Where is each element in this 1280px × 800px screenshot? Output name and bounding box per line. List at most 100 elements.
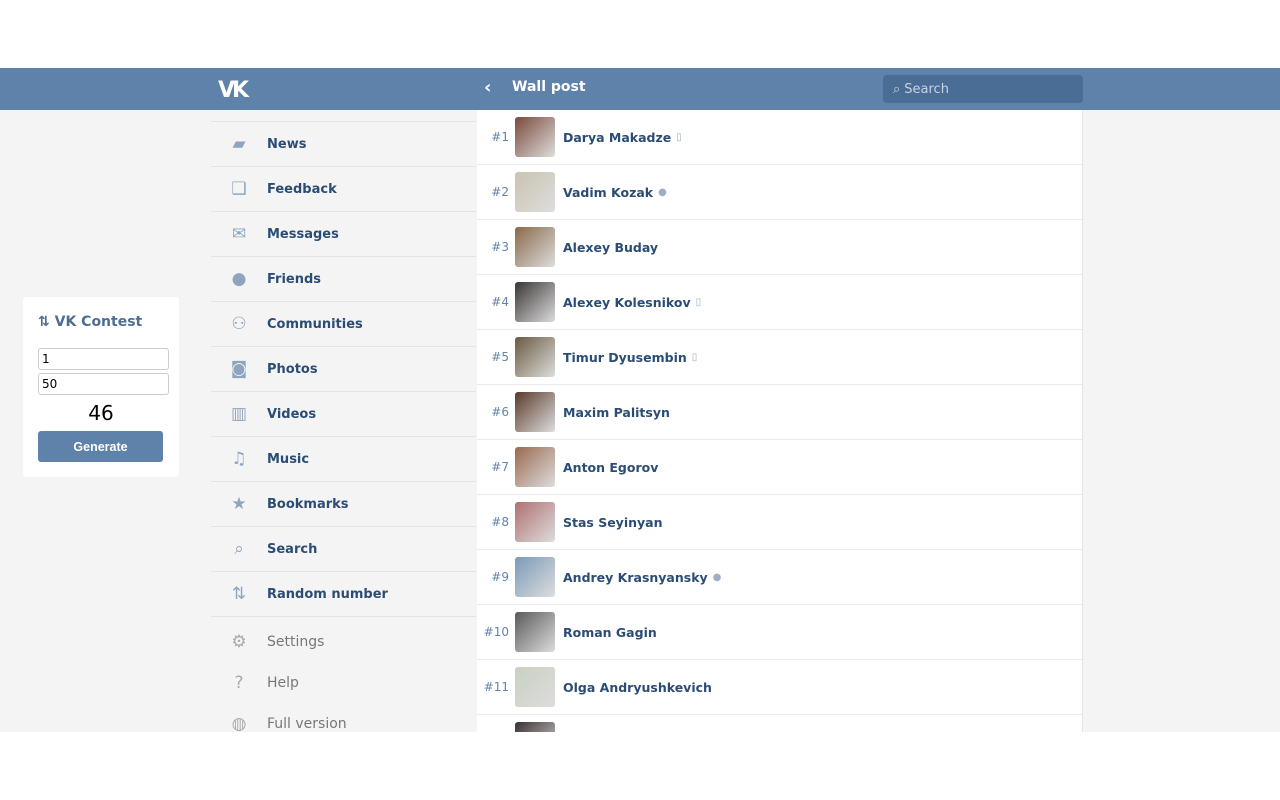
user-name[interactable]: Anton Egorov bbox=[563, 460, 658, 475]
sidebar-item-random-number[interactable]: ⇅ Random number bbox=[211, 571, 476, 616]
globe-icon: ◍ bbox=[231, 713, 247, 733]
min-input[interactable] bbox=[38, 348, 169, 370]
avatar[interactable] bbox=[515, 282, 555, 322]
sidebar-item-label: News bbox=[267, 136, 307, 152]
sidebar-item-help[interactable]: ? Help bbox=[211, 662, 476, 703]
avatar[interactable] bbox=[515, 337, 555, 377]
rank-number: #4 bbox=[491, 295, 509, 309]
random-result: 46 bbox=[88, 401, 114, 425]
repost-arrows-icon: ⇅ bbox=[231, 584, 247, 604]
sidebar-item-messages[interactable]: ✉ Messages bbox=[211, 211, 476, 256]
avatar[interactable] bbox=[515, 612, 555, 652]
avatar[interactable] bbox=[515, 667, 555, 707]
sidebar-item-bookmarks[interactable]: ★ Bookmarks bbox=[211, 481, 476, 526]
list-item[interactable]: #4 Alexey Kolesnikov ▯ bbox=[477, 275, 1082, 330]
avatar[interactable] bbox=[515, 722, 555, 732]
avatar[interactable] bbox=[515, 557, 555, 597]
sidebar-item-label: Help bbox=[267, 674, 299, 691]
rank-number: #10 bbox=[483, 625, 509, 639]
app: VK ‹ Wall post ⌕ Search ▰ News ❏ Feedback ✉ Me… bbox=[0, 68, 1280, 732]
sidebar-item-search[interactable]: ⌕ Search bbox=[211, 526, 476, 571]
sidebar-item-friends[interactable]: ● Friends bbox=[211, 256, 476, 301]
sidebar-item-label: Random number bbox=[267, 586, 388, 602]
user-name[interactable]: Roman Gagin bbox=[563, 625, 657, 640]
list-item[interactable]: #10 Roman Gagin bbox=[477, 605, 1082, 660]
camera-icon: ◙ bbox=[230, 359, 248, 379]
rank-number: #5 bbox=[491, 350, 509, 364]
question-icon: ? bbox=[234, 672, 244, 693]
sidebar-item-communities[interactable]: ⚇ Communities bbox=[211, 301, 476, 346]
list-item[interactable]: #7 Anton Egorov bbox=[477, 440, 1082, 495]
avatar[interactable] bbox=[515, 227, 555, 267]
sidebar-item-label: Full version bbox=[267, 715, 347, 732]
list-item[interactable]: #8 Stas Seyinyan bbox=[477, 495, 1082, 550]
bubbles-icon: ❏ bbox=[231, 179, 247, 199]
page-title: Wall post bbox=[512, 79, 586, 95]
user-name[interactable]: Stas Seyinyan bbox=[563, 515, 663, 530]
envelope-icon: ✉ bbox=[231, 224, 247, 244]
sidebar-item-news[interactable]: ▰ News bbox=[211, 121, 476, 166]
list-item[interactable]: #3 Alexey Buday bbox=[477, 220, 1082, 275]
generate-button[interactable]: Generate bbox=[38, 431, 163, 462]
avatar[interactable] bbox=[515, 172, 555, 212]
avatar[interactable] bbox=[515, 502, 555, 542]
user-name[interactable]: Vadim Kozak bbox=[563, 185, 653, 200]
user-name[interactable]: Maxim Palitsyn bbox=[563, 405, 670, 420]
list-item[interactable]: #9 Andrey Krasnyansky ● bbox=[477, 550, 1082, 605]
user-name[interactable]: Timur Dyusembin bbox=[563, 350, 687, 365]
search-input[interactable]: ⌕ Search bbox=[883, 75, 1083, 103]
rank-number: #1 bbox=[491, 130, 509, 144]
person-icon: ● bbox=[231, 269, 247, 289]
rank-number: #2 bbox=[491, 185, 509, 199]
list-item[interactable]: #11 Olga Andryushkevich bbox=[477, 660, 1082, 715]
back-chevron-icon[interactable]: ‹ bbox=[484, 77, 491, 98]
avatar[interactable] bbox=[515, 447, 555, 487]
header: VK ‹ Wall post ⌕ Search bbox=[0, 68, 1280, 110]
user-name[interactable]: Darya Makadze bbox=[563, 130, 671, 145]
search-placeholder: Search bbox=[904, 82, 949, 97]
vk-logo[interactable]: VK bbox=[218, 78, 249, 103]
rank-number: #9 bbox=[491, 570, 509, 584]
repost-list: #1 Darya Makadze ▯ #2 Vadim Kozak ● #3 Alexey B… bbox=[477, 110, 1083, 732]
search-icon: ⌕ bbox=[893, 82, 901, 97]
gear-icon: ⚙ bbox=[231, 631, 247, 652]
avatar[interactable] bbox=[515, 117, 555, 157]
avatar[interactable] bbox=[515, 392, 555, 432]
rank-number: #3 bbox=[491, 240, 509, 254]
vk-contest-widget: ⇅ VK Contest 46 Generate bbox=[23, 297, 179, 477]
max-input[interactable] bbox=[38, 373, 169, 395]
star-icon: ★ bbox=[231, 494, 247, 514]
online-status-icon: ● bbox=[712, 571, 722, 583]
people-icon: ⚇ bbox=[231, 314, 247, 334]
rank-number: #6 bbox=[491, 405, 509, 419]
sidebar-item-label: Messages bbox=[267, 226, 339, 242]
sidebar-item-label: Communities bbox=[267, 316, 363, 332]
sidebar-item-label: Photos bbox=[267, 361, 318, 377]
list-item[interactable]: #5 Timur Dyusembin ▯ bbox=[477, 330, 1082, 385]
sidebar-item-label: Settings bbox=[267, 633, 325, 650]
mobile-status-icon: ▯ bbox=[676, 131, 682, 143]
list-item[interactable]: #2 Vadim Kozak ● bbox=[477, 165, 1082, 220]
sidebar-item-label: Bookmarks bbox=[267, 496, 349, 512]
list-item[interactable]: #6 Maxim Palitsyn bbox=[477, 385, 1082, 440]
mobile-status-icon: ▯ bbox=[695, 296, 702, 308]
sidebar-item-settings[interactable]: ⚙ Settings bbox=[211, 621, 476, 662]
sidebar-item-videos[interactable]: ▥ Videos bbox=[211, 391, 476, 436]
sidebar-item-label: Search bbox=[267, 541, 318, 557]
sidebar-item-music[interactable]: ♫ Music bbox=[211, 436, 476, 481]
sidebar-item-label: Friends bbox=[267, 271, 322, 287]
sidebar-item-full-version[interactable]: ◍ Full version bbox=[211, 703, 476, 733]
user-name[interactable]: Andrey Krasnyansky bbox=[563, 570, 708, 585]
list-item[interactable] bbox=[477, 715, 1082, 732]
user-name[interactable]: Olga Andryushkevich bbox=[563, 680, 712, 695]
sidebar-item-photos[interactable]: ◙ Photos bbox=[211, 346, 476, 391]
sidebar-nav: ▰ News ❏ Feedback ✉ Messages ● Friends ⚇ Communit… bbox=[211, 121, 476, 732]
sidebar-item-feedback[interactable]: ❏ Feedback bbox=[211, 166, 476, 211]
user-name[interactable]: Alexey Kolesnikov bbox=[563, 295, 691, 310]
sidebar-item-label: Music bbox=[267, 451, 310, 467]
online-status-icon: ● bbox=[658, 186, 667, 198]
sidebar-item-label: Feedback bbox=[267, 181, 337, 197]
user-name[interactable]: Alexey Buday bbox=[563, 240, 658, 255]
list-item[interactable]: #1 Darya Makadze ▯ bbox=[477, 110, 1082, 165]
speech-bubble-icon: ▰ bbox=[232, 134, 246, 154]
